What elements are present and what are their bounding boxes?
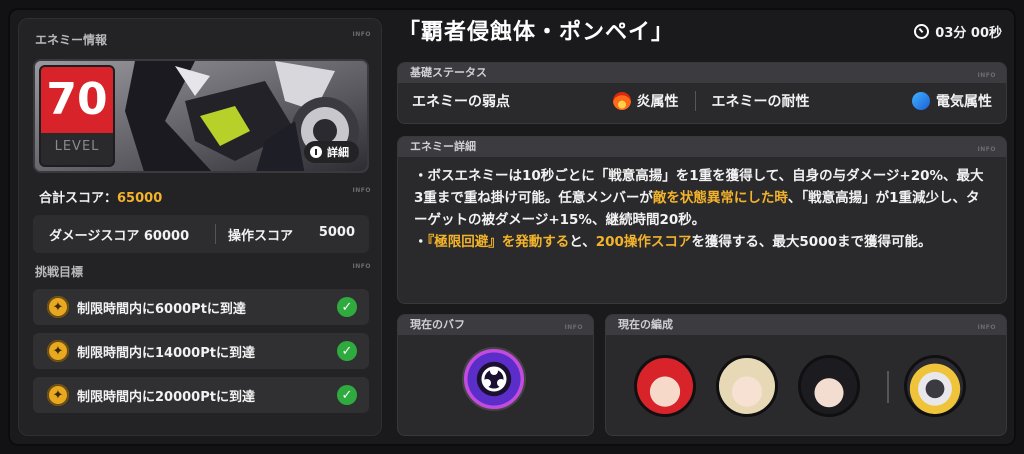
divider — [887, 371, 889, 403]
detail-button-label: 詳細 — [327, 146, 349, 159]
star-icon: ✦ — [47, 340, 69, 362]
resist-value: 電気属性 — [936, 94, 992, 110]
current-buff-card: 現在のバフ INFO — [397, 314, 594, 436]
score-breakdown: ダメージスコア 60000 操作スコア 5000 — [33, 215, 369, 253]
objective-item: ✦ 制限時間内に20000Ptに到達 ✓ — [33, 377, 369, 413]
level-label: LEVEL — [54, 139, 100, 154]
support-unit-avatar[interactable] — [904, 355, 966, 417]
info-tag: INFO — [977, 146, 996, 153]
resist-label: エネミーの耐性 — [711, 94, 810, 110]
enemy-banner: 70 LEVEL 詳細 — [33, 59, 369, 173]
operation-score-value: 5000 — [318, 224, 355, 240]
check-icon: ✓ — [337, 341, 357, 361]
team-member-avatar[interactable] — [716, 355, 778, 417]
info-tag: INFO — [352, 31, 371, 38]
star-icon: ✦ — [47, 384, 69, 406]
enemy-detail-card: エネミー詳細 INFO ・ボスエネミーは10秒ごとに「戦意高揚」を1重を獲得して、… — [397, 136, 1007, 304]
info-icon — [310, 146, 322, 158]
info-tag: INFO — [564, 324, 583, 331]
level-number: 70 — [41, 67, 113, 133]
challenge-label: 挑戦目標 — [35, 265, 84, 279]
team-member-avatar[interactable] — [634, 355, 696, 417]
buff-icon[interactable] — [462, 347, 526, 411]
lightning-icon — [912, 92, 930, 110]
detail-button[interactable]: 詳細 — [304, 141, 359, 163]
weakness-value: 炎属性 — [636, 94, 679, 110]
objective-text: 制限時間内に14000Ptに到達 — [77, 345, 255, 361]
objective-text: 制限時間内に6000Ptに到達 — [77, 301, 246, 317]
team-member-avatar[interactable] — [798, 355, 860, 417]
check-icon: ✓ — [337, 385, 357, 405]
team-label: 現在の編成 — [618, 318, 673, 331]
fire-icon — [612, 92, 631, 110]
total-score-label: 合計スコア： — [39, 191, 118, 206]
weakness-label: エネミーの弱点 — [412, 94, 510, 110]
objective-item: ✦ 制限時間内に6000Ptに到達 ✓ — [33, 289, 369, 325]
clock-icon — [914, 24, 930, 39]
damage-score-label: ダメージスコア — [49, 228, 140, 244]
basic-status-card: 基礎ステータス INFO エネミーの弱点 炎属性 エネミーの耐性 電気属性 — [397, 62, 1007, 124]
star-icon: ✦ — [47, 296, 69, 318]
timer: 03分 00秒 — [914, 22, 1002, 41]
operation-score-label: 操作スコア — [228, 228, 294, 244]
divider — [694, 91, 696, 111]
info-tag: INFO — [352, 187, 371, 194]
level-badge: 70 LEVEL — [39, 65, 115, 167]
total-score: 合計スコア：65000 — [39, 187, 162, 206]
enemy-info-panel: エネミー情報 INFO 70 LEVEL 詳細 合計スコア：65000 INFO… — [18, 18, 382, 436]
enemy-detail-label: エネミー詳細 — [410, 140, 476, 153]
info-tag: INFO — [977, 72, 996, 79]
boss-title: 「覇者侵蝕体・ポンペイ」 — [398, 20, 675, 45]
buff-symbol — [481, 366, 507, 392]
enemy-detail-text[interactable]: ・ボスエネミーは10秒ごとに「戦意高揚」を1重を獲得して、自身の与ダメージ+20… — [398, 157, 1006, 253]
damage-score-value: 60000 — [143, 228, 190, 244]
basic-status-label: 基礎ステータス — [410, 66, 487, 79]
objective-text: 制限時間内に20000Ptに到達 — [77, 389, 255, 405]
objective-item: ✦ 制限時間内に14000Ptに到達 ✓ — [33, 333, 369, 369]
info-tag: INFO — [352, 263, 371, 270]
info-tag: INFO — [977, 324, 996, 331]
enemy-info-label: エネミー情報 — [35, 33, 108, 47]
total-score-value: 65000 — [117, 191, 163, 206]
buff-label: 現在のバフ — [410, 318, 465, 331]
check-icon: ✓ — [337, 297, 357, 317]
timer-value: 03分 00秒 — [935, 26, 1002, 41]
current-team-card: 現在の編成 INFO — [605, 314, 1007, 436]
